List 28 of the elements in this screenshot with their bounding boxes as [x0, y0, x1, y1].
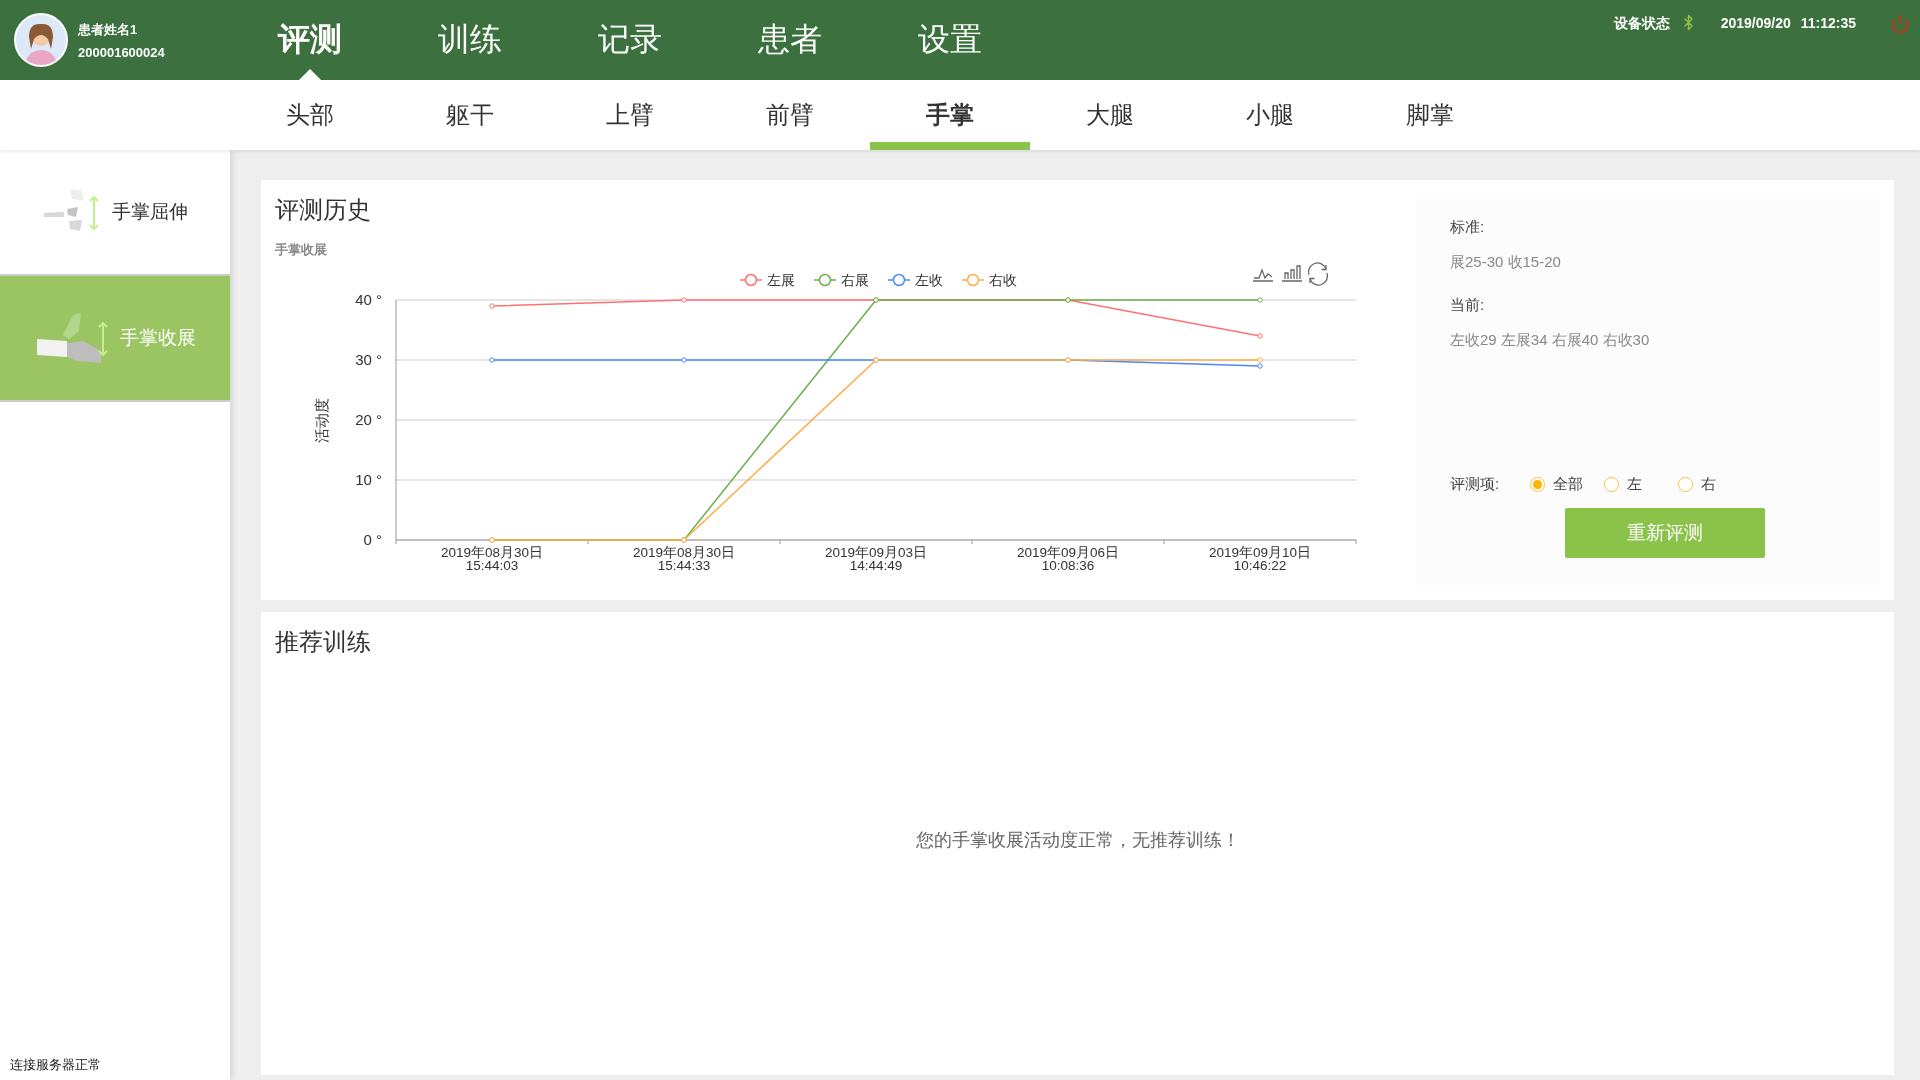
connection-status: 连接服务器正常	[9, 1056, 102, 1074]
device-status-label: 设备状态	[1613, 14, 1670, 32]
exercise-label: 手掌屈伸	[112, 200, 188, 224]
axis-tick-label: 2019年09月10日 10:46:22	[1208, 545, 1312, 573]
axis-title: 活动度	[313, 397, 330, 443]
exercise-label: 手掌收展	[119, 326, 196, 350]
patient-name: 患者姓名1	[78, 20, 139, 39]
axis-tick-label: 0 °	[363, 531, 382, 548]
current-value: 左收29 左展34 右展40 右收30	[1450, 331, 1651, 350]
empty-message: 您的手掌收展活动度正常，无推荐训练！	[915, 828, 1240, 852]
axis-tick-label: 2019年08月30日 15:44:03	[440, 545, 544, 573]
card-title: 评测历史	[275, 195, 372, 225]
axis-tick-label: 40 °	[355, 291, 382, 308]
axis-tick-label: 30 °	[355, 351, 382, 368]
axis-tick-label: 2019年09月06日 10:08:36	[1016, 545, 1120, 573]
chart-title: 手掌收展	[275, 242, 327, 257]
standard-value: 展25-30 收15-20	[1450, 253, 1562, 272]
standard-label: 标准:	[1450, 218, 1486, 237]
axis-tick-label: 10 °	[355, 471, 382, 488]
date-text: 2019/09/20	[1720, 14, 1791, 32]
patient-id: 200001600024	[78, 44, 165, 60]
axis-tick-label: 20 °	[355, 411, 382, 428]
filter-label: 评测项:	[1450, 475, 1501, 494]
axis-tick-label: 2019年09月03日 14:44:49	[824, 545, 928, 573]
axis-tick-label: 2019年08月30日 15:44:33	[632, 545, 736, 573]
time-text: 11:12:35	[1800, 14, 1856, 32]
card-title: 推荐训练	[275, 627, 372, 657]
current-label: 当前:	[1450, 296, 1486, 315]
